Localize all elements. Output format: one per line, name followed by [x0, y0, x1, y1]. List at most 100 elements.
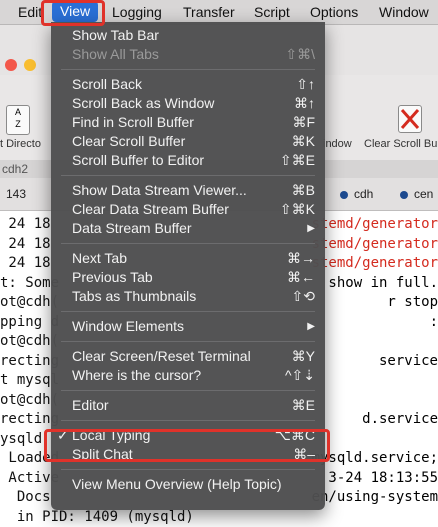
terminal-line-tail: :: [430, 313, 438, 333]
session-cdh[interactable]: cdh: [340, 187, 373, 201]
menu-separator: [61, 469, 315, 470]
session-cen-label: cen: [414, 187, 433, 201]
menu-item-shortcut: ⇧⌘\: [285, 45, 315, 64]
menu-item-label: Editor: [72, 396, 109, 415]
view-menu-highlight: [41, 0, 105, 26]
menu-item-shortcut: ⌘B: [292, 181, 315, 200]
menu-item-clear-scroll-buffer[interactable]: Clear Scroll Buffer ⌘K: [51, 132, 325, 151]
menu-separator: [61, 341, 315, 342]
menu-item-label: View Menu Overview (Help Topic): [72, 475, 282, 494]
menu-item-shortcut: ⌘→: [287, 249, 315, 268]
menu-window[interactable]: Window: [379, 4, 429, 20]
menu-separator: [61, 390, 315, 391]
terminal-line-tail: d.service: [362, 410, 438, 430]
terminal-line-tail: mysqld.service;: [312, 449, 438, 469]
menu-item-label: Data Stream Buffer: [72, 219, 192, 238]
menu-item-show-data-stream-viewer[interactable]: Show Data Stream Viewer... ⌘B: [51, 181, 325, 200]
menu-item-where-is-the-cursor[interactable]: Where is the cursor? ^⇧⇣: [51, 366, 325, 385]
menu-item-label: Tabs as Thumbnails: [72, 287, 196, 306]
terminal-line-tail: en/using-system: [312, 488, 438, 508]
menu-item-label: Scroll Back as Window: [72, 94, 214, 113]
menu-item-label: Show All Tabs: [72, 45, 159, 64]
terminal-line: 24 18: [0, 254, 51, 274]
menu-item-find-in-scroll-buffer[interactable]: Find in Scroll Buffer ⌘F: [51, 113, 325, 132]
menu-item-shortcut: ⌘←: [287, 268, 315, 287]
terminal-line: ysqld: [0, 430, 42, 450]
menu-separator: [61, 243, 315, 244]
menu-logging[interactable]: Logging: [112, 4, 162, 20]
menu-item-label: Next Tab: [72, 249, 127, 268]
session-tab[interactable]: cdh2: [2, 162, 28, 176]
menu-item-label: Window Elements: [72, 317, 184, 336]
close-window-button[interactable]: [5, 59, 17, 71]
menu-item-label: Scroll Back: [72, 75, 142, 94]
menu-item-scroll-buffer-to-editor[interactable]: Scroll Buffer to Editor ⇧⌘E: [51, 151, 325, 170]
toolbar-left-label[interactable]: t Directo: [0, 138, 41, 150]
terminal-line: 24 18: [0, 215, 51, 235]
menu-item-view-menu-overview-help-topic[interactable]: View Menu Overview (Help Topic): [51, 475, 325, 494]
terminal-line-tail: show in full.: [328, 274, 438, 294]
menu-item-label: Clear Data Stream Buffer: [72, 200, 229, 219]
menu-separator: [61, 420, 315, 421]
session-cdh-label: cdh: [354, 187, 373, 201]
session-left-label[interactable]: 143: [6, 187, 26, 201]
menu-item-shortcut: ⌘K: [292, 132, 315, 151]
menu-item-label: Previous Tab: [72, 268, 153, 287]
terminal-line-tail: stemd/generator: [312, 235, 438, 255]
menu-item-label: Find in Scroll Buffer: [72, 113, 194, 132]
local-typing-highlight: [44, 429, 330, 462]
terminal-line: 24 18: [0, 235, 51, 255]
menu-item-label: Where is the cursor?: [72, 366, 201, 385]
terminal-line-tail: 3-24 18:13:55: [328, 469, 438, 489]
menu-item-shortcut: ^⇧⇣: [285, 366, 315, 385]
menu-item-editor[interactable]: Editor ⌘E: [51, 396, 325, 415]
session-status-icon: [400, 191, 408, 199]
menu-script[interactable]: Script: [254, 4, 290, 20]
menu-options[interactable]: Options: [310, 4, 358, 20]
menu-item-tabs-as-thumbnails[interactable]: Tabs as Thumbnails ⇧⟲: [51, 287, 325, 306]
menu-item-label: Show Tab Bar: [72, 26, 159, 45]
menu-edit[interactable]: Edit: [18, 4, 42, 20]
menu-item-shortcut: ⌘Y: [292, 347, 315, 366]
menu-item-shortcut: ⇧⟲: [292, 287, 315, 306]
session-cen[interactable]: cen: [400, 187, 433, 201]
terminal-line-tail: stemd/generator: [312, 254, 438, 274]
menu-separator: [61, 175, 315, 176]
terminal-line-tail: r stop: [387, 293, 438, 313]
sort-az-icon[interactable]: AZ: [6, 105, 30, 135]
menu-item-shortcut: ⌘↑: [294, 94, 315, 113]
minimize-window-button[interactable]: [24, 59, 36, 71]
menu-item-clear-screen-reset-terminal[interactable]: Clear Screen/Reset Terminal ⌘Y: [51, 347, 325, 366]
menu-item-label: Scroll Buffer to Editor: [72, 151, 204, 170]
menu-separator: [61, 311, 315, 312]
menu-item-label: Show Data Stream Viewer...: [72, 181, 247, 200]
menu-item-shortcut: ⇧↑: [296, 75, 315, 94]
menu-item-shortcut: ⇧⌘E: [280, 151, 315, 170]
terminal-line-tail: stemd/generator: [312, 215, 438, 235]
menu-item-previous-tab[interactable]: Previous Tab ⌘←: [51, 268, 325, 287]
toolbar-right-label[interactable]: Clear Scroll Bu: [364, 138, 437, 150]
menu-item-clear-data-stream-buffer[interactable]: Clear Data Stream Buffer ⇧⌘K: [51, 200, 325, 219]
menu-item-shortcut: ⌘E: [292, 396, 315, 415]
menu-transfer[interactable]: Transfer: [183, 4, 235, 20]
menu-item-scroll-back-as-window[interactable]: Scroll Back as Window ⌘↑: [51, 94, 325, 113]
toolbar-mid-label[interactable]: indow: [323, 138, 352, 150]
menu-item-label: Clear Scroll Buffer: [72, 132, 185, 151]
menu-item-show-all-tabs: Show All Tabs ⇧⌘\: [51, 45, 325, 64]
menu-item-show-tab-bar[interactable]: Show Tab Bar: [51, 26, 325, 45]
session-status-icon: [340, 191, 348, 199]
menu-item-next-tab[interactable]: Next Tab ⌘→: [51, 249, 325, 268]
menu-item-label: Clear Screen/Reset Terminal: [72, 347, 251, 366]
submenu-arrow-icon: ▶: [307, 317, 315, 336]
clear-scroll-buffer-icon[interactable]: [398, 105, 422, 133]
menu-item-scroll-back[interactable]: Scroll Back ⇧↑: [51, 75, 325, 94]
terminal-line-tail: service: [379, 352, 438, 372]
menu-item-data-stream-buffer[interactable]: Data Stream Buffer ▶: [51, 219, 325, 238]
menu-separator: [61, 69, 315, 70]
menu-item-window-elements[interactable]: Window Elements ▶: [51, 317, 325, 336]
terminal-line: Docs: [0, 488, 51, 508]
submenu-arrow-icon: ▶: [307, 219, 315, 238]
terminal-line: in PID: 1409 (mysqld): [0, 508, 194, 527]
menu-item-shortcut: ⇧⌘K: [280, 200, 315, 219]
menu-item-shortcut: ⌘F: [292, 113, 315, 132]
